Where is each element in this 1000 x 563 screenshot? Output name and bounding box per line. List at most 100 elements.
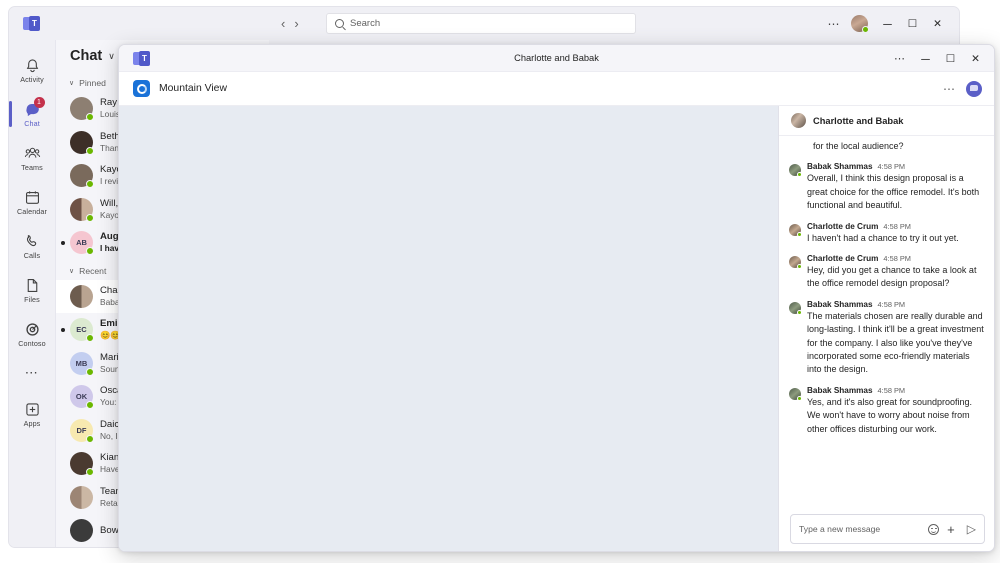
mountain-view-app-icon [133, 80, 150, 97]
popout-body: Charlotte and Babak for the local audien… [119, 106, 994, 551]
file-icon [24, 277, 41, 294]
screen: T ‹ › Search ⋯ ─ ☐ ✕ Activity 1 Chat Tea… [0, 0, 1000, 563]
maximize-button[interactable]: ☐ [900, 18, 925, 30]
sidebar-item-label: Teams [21, 162, 43, 172]
app-rail: Activity 1 Chat Teams Calendar Calls Fil… [9, 40, 55, 547]
chevron-down-icon: ∨ [69, 267, 75, 275]
message-author: Babak Shammas [807, 299, 873, 309]
avatar [70, 485, 93, 509]
rail-more-button[interactable]: ⋯ [25, 356, 40, 390]
message-composer[interactable]: Type a new message + ▷ [790, 514, 985, 544]
message-item: Charlotte de Crum 4:58 PM I haven't had … [789, 222, 986, 245]
message-author: Babak Shammas [807, 385, 873, 395]
maximize-button[interactable]: ☐ [938, 53, 963, 65]
search-box[interactable]: Search [326, 13, 636, 34]
avatar [70, 164, 94, 189]
chat-unread-badge: 1 [33, 96, 45, 108]
message-item: for the local audience? [789, 140, 986, 153]
main-window-titlebar: T ‹ › Search ⋯ ─ ☐ ✕ [9, 7, 959, 40]
message-item: Babak Shammas 4:58 PM The materials chos… [789, 300, 986, 377]
teams-logo-icon: T [23, 16, 40, 31]
avatar: EC [70, 318, 94, 343]
window-controls: ⋯ ─ ☐ ✕ [821, 7, 950, 40]
sidebar-item-files[interactable]: Files [9, 268, 55, 312]
avatar: DF [70, 418, 94, 443]
calendar-icon [24, 189, 41, 206]
message-text: Yes, and it's also great for soundproofi… [807, 396, 972, 434]
avatar: AB [70, 231, 94, 256]
avatar [70, 452, 94, 477]
chevron-down-icon: ∨ [69, 80, 75, 87]
sidebar-item-activity[interactable]: Activity [9, 48, 55, 92]
sidebar-item-label: Files [24, 294, 40, 304]
chevron-down-icon[interactable]: ∨ [108, 51, 115, 62]
composer-area: Type a new message + ▷ [779, 507, 994, 551]
avatar[interactable] [851, 15, 869, 33]
sidebar-item-label: Apps [23, 418, 41, 428]
sidebar-item-teams[interactable]: Teams [9, 136, 55, 180]
message-author: Charlotte de Crum [807, 221, 879, 231]
sidebar-item-label: Calls [23, 250, 41, 260]
avatar: OK [70, 385, 94, 410]
message-item: Babak Shammas 4:58 PM Yes, and it's also… [789, 386, 986, 436]
minimize-button[interactable]: ─ [875, 17, 900, 31]
chat-bubble-icon[interactable] [966, 80, 982, 97]
message-timestamp: 4:58 PM [883, 221, 911, 231]
search-placeholder: Search [350, 18, 381, 29]
back-icon[interactable]: ‹ [281, 16, 285, 31]
avatar [70, 284, 93, 308]
minimize-button[interactable]: ─ [913, 52, 938, 66]
search-icon [335, 19, 344, 28]
avatar-initials: DF [76, 425, 87, 435]
send-icon[interactable]: ▷ [967, 522, 976, 536]
message-text: Overall, I think this design proposal is… [807, 173, 980, 211]
group-label: Recent [79, 265, 107, 276]
avatar-initials: OK [75, 392, 88, 402]
sidebar-item-contoso[interactable]: Contoso [9, 312, 55, 356]
close-button[interactable]: ✕ [963, 53, 988, 65]
phone-icon [24, 233, 41, 250]
popout-window-title: Charlotte and Babak [514, 53, 599, 63]
more-options-icon[interactable]: ⋯ [943, 82, 956, 96]
message-timestamp: 4:58 PM [877, 299, 906, 309]
bell-icon [24, 57, 41, 74]
avatar: MB [70, 351, 94, 376]
apps-plus-icon [24, 401, 41, 418]
close-button[interactable]: ✕ [925, 18, 950, 30]
avatar [70, 130, 94, 155]
sidebar-item-apps[interactable]: Apps [9, 392, 55, 436]
navigation-arrows: ‹ › [281, 7, 299, 40]
message-timestamp: 4:58 PM [877, 385, 906, 395]
presence-indicator [862, 26, 869, 33]
sidebar-item-label: Chat [24, 118, 40, 128]
avatar-initials: EC [76, 325, 87, 335]
plus-icon[interactable]: + [947, 523, 955, 536]
sidebar-item-calendar[interactable]: Calendar [9, 180, 55, 224]
avatar [70, 519, 93, 543]
avatar-initials: AB [76, 238, 87, 248]
popout-window-controls: ⋯ ─ ☐ ✕ [887, 45, 988, 72]
chat-pane-header: Charlotte and Babak [779, 106, 994, 136]
popout-titlebar: T Charlotte and Babak ⋯ ─ ☐ ✕ [119, 45, 994, 72]
app-content-stage[interactable] [119, 106, 779, 551]
more-options-icon[interactable]: ⋯ [821, 17, 847, 31]
sidebar-item-label: Contoso [18, 338, 46, 348]
message-text: The materials chosen are really durable … [807, 310, 984, 375]
message-text: I haven't had a chance to try it out yet… [807, 232, 959, 243]
more-options-icon[interactable]: ⋯ [887, 52, 913, 65]
contoso-icon [24, 321, 41, 338]
sidebar-item-calls[interactable]: Calls [9, 224, 55, 268]
avatar [70, 197, 94, 222]
forward-icon[interactable]: › [294, 16, 298, 31]
message-timestamp: 4:58 PM [877, 162, 906, 172]
message-item: Babak Shammas 4:58 PM Overall, I think t… [789, 162, 986, 212]
side-chat-pane: Charlotte and Babak for the local audien… [779, 106, 994, 551]
avatar [789, 223, 802, 237]
sidebar-item-chat[interactable]: 1 Chat [9, 92, 55, 136]
chat-pane-title: Charlotte and Babak [813, 115, 904, 126]
avatar [789, 256, 802, 270]
app-header-bar: Mountain View ⋯ [119, 72, 994, 106]
emoji-icon[interactable] [928, 523, 940, 535]
message-input[interactable]: Type a new message [799, 524, 920, 534]
message-list[interactable]: for the local audience? Babak Shammas 4:… [779, 136, 994, 507]
